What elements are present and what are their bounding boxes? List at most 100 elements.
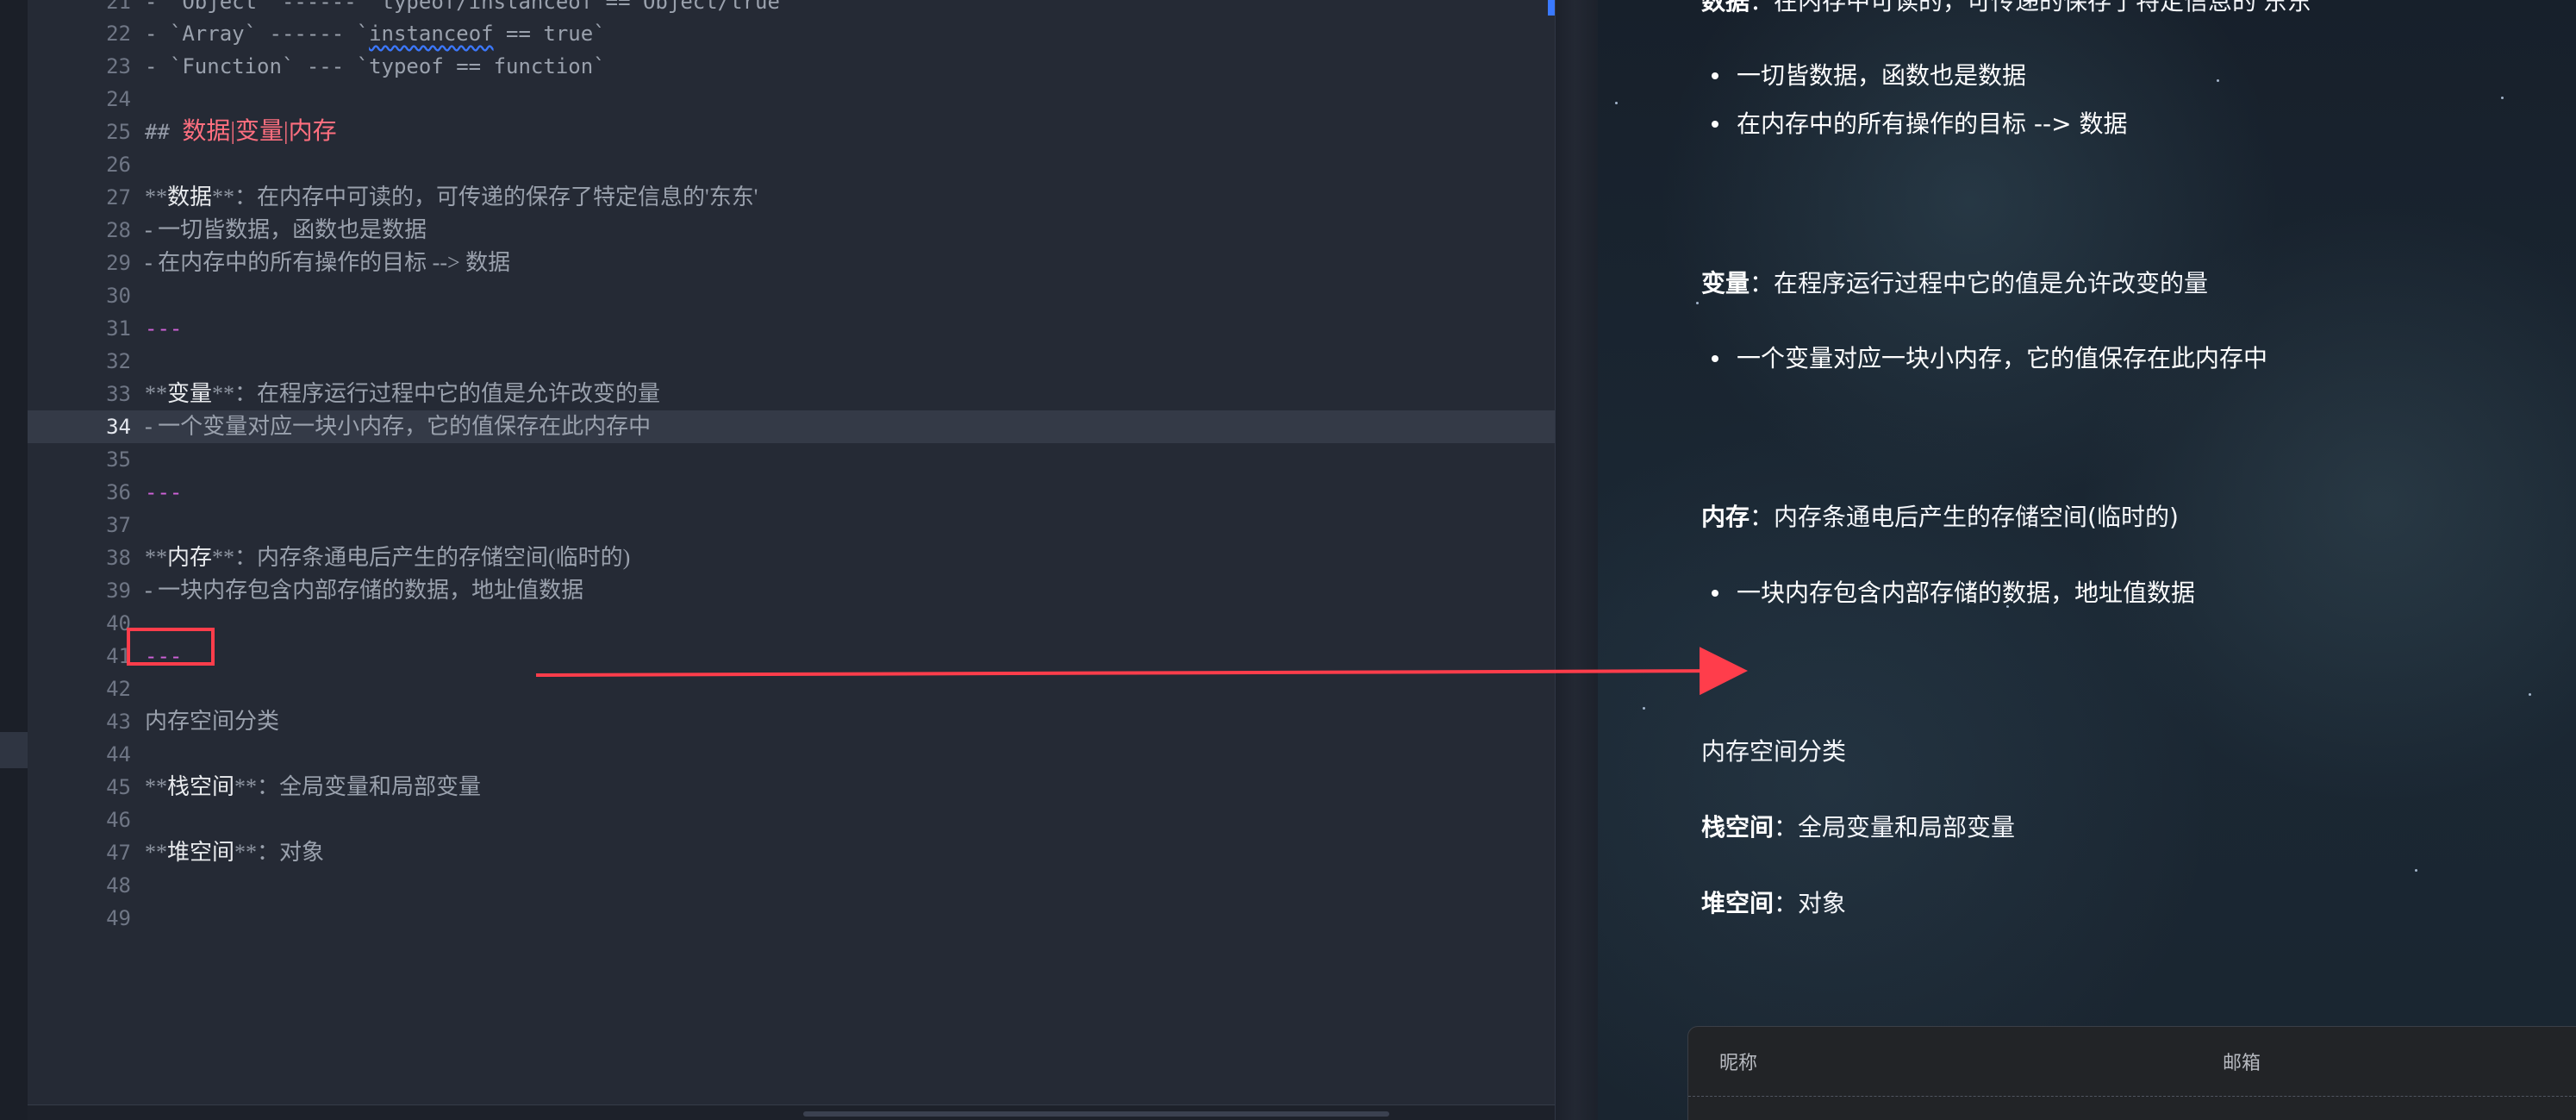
code-line-23[interactable]: 23 - `Function` --- `typeof == function` [28,50,1555,83]
code-line-40[interactable]: 40 [28,607,1555,640]
code-line-48[interactable]: 48 [28,869,1555,902]
code-line-49[interactable]: 49 [28,902,1555,935]
preview-strong-text: 变量 [1701,269,1750,297]
code-text[interactable]: - `Array` ------ `instanceof == true` [145,17,606,50]
code-line-21[interactable]: 21 - `Object` ------ `typeof/instanceof … [28,0,1555,18]
code-text[interactable]: - 在内存中的所有操作的目标 --> 数据 [145,247,510,279]
code-line-24[interactable]: 24 [28,83,1555,116]
line-text: ：全局变量和局部变量 [257,774,482,799]
horizontal-rule-markdown[interactable]: --- [145,312,182,345]
code-text[interactable]: - `Object` ------ `typeof/instanceof == … [145,0,780,18]
preview-strong-text: 内存 [1701,503,1750,531]
line-number: 26 [106,153,131,177]
preview-list-item: 一切皆数据，函数也是数据 [1701,52,2127,100]
strong-text: 内存 [167,545,213,570]
preview-variable-list: 一个变量对应一块小内存，它的值保存在此内存中 [1701,335,2267,383]
markdown-editor[interactable]: 21 - `Object` ------ `typeof/instanceof … [28,0,1555,1120]
line-number: 21 [106,0,131,14]
line-number: 41 [106,644,131,668]
line-number: 43 [106,710,131,734]
horizontal-rule-markdown[interactable]: --- [145,476,182,509]
code-line-28[interactable]: 28 - 一切皆数据，函数也是数据 [28,214,1555,247]
line-text: ：在内存中可读的，可传递的保存了特定信息的'东东' [234,185,758,210]
line-text: ：内存条通电后产生的存储空间(临时的) [234,545,631,570]
pane-splitter[interactable] [1555,0,1600,1120]
table-header-nickname: 昵称 [1719,1053,1758,1074]
markdown-strong-line[interactable]: **变量**：在程序运行过程中它的值是允许改变的量 [145,378,660,410]
line-number: 29 [106,251,131,275]
line-number: 22 [106,22,131,46]
markdown-editor-window: 21 - `Object` ------ `typeof/instanceof … [0,0,2576,1120]
strong-marker: ** [212,381,235,406]
preview-variable-paragraph: 变量：在程序运行过程中它的值是允许改变的量 [1701,265,2208,299]
line-number: 27 [106,185,131,210]
preview-data-list: 一切皆数据，函数也是数据 在内存中的所有操作的目标 --> 数据 [1701,52,2127,148]
code-text[interactable]: - `Function` --- `typeof == function` [145,50,606,83]
markdown-preview-pane[interactable]: 数据：在内存中可读的，可传递的保存了特定信息的'东东' 一切皆数据，函数也是数据… [1598,0,2576,1120]
preview-list-item: 在内存中的所有操作的目标 --> 数据 [1701,100,2127,148]
markdown-heading-line[interactable]: ## 数据|变量|内存 [145,116,337,148]
code-line-31[interactable]: 31 --- [28,312,1555,345]
code-line-47[interactable]: 47 **堆空间**：对象 [28,836,1555,869]
strong-marker: ** [212,185,235,210]
markdown-strong-line[interactable]: **数据**：在内存中可读的，可传递的保存了特定信息的'东东' [145,181,758,214]
line-number: 35 [106,447,131,472]
side-rail-active-indicator [0,732,28,768]
table-header-email: 邮箱 [2223,1053,2261,1074]
code-line-32[interactable]: 32 [28,345,1555,378]
red-highlight-box [127,628,215,666]
star-decoration [1643,707,1645,710]
code-line-35[interactable]: 35 [28,443,1555,476]
preview-heap-paragraph: 堆空间：对象 [1701,885,1846,919]
code-line-33[interactable]: 33 **变量**：在程序运行过程中它的值是允许改变的量 [28,378,1555,410]
code-line-41[interactable]: 41 --- [28,640,1555,673]
line-text: ：对象 [257,840,325,865]
markdown-strong-line[interactable]: **栈空间**：全局变量和局部变量 [145,771,481,804]
code-text[interactable]: - 一个变量对应一块小内存，它的值保存在此内存中 [145,410,651,443]
strong-marker: ** [145,840,167,865]
code-line-44[interactable]: 44 [28,738,1555,771]
code-line-30[interactable]: 30 [28,279,1555,312]
code-line-46[interactable]: 46 [28,804,1555,836]
code-line-26[interactable]: 26 [28,148,1555,181]
code-text[interactable]: 内存空间分类 [145,705,279,738]
line-number: 47 [106,841,131,865]
code-line-29[interactable]: 29 - 在内存中的所有操作的目标 --> 数据 [28,247,1555,279]
horizontal-scrollbar-thumb[interactable] [803,1111,1389,1117]
preview-paragraph-text: ：内存条通电后产生的存储空间(临时的) [1750,503,2179,531]
editor-horizontal-scrollbar[interactable] [28,1104,1555,1120]
code-text[interactable]: - 一切皆数据，函数也是数据 [145,214,427,247]
code-line-42[interactable]: 42 [28,673,1555,705]
line-text: ：在程序运行过程中它的值是允许改变的量 [234,381,661,406]
code-line-43[interactable]: 43 内存空间分类 [28,705,1555,738]
preview-list-item: 一块内存包含内部存储的数据，地址值数据 [1701,569,2195,617]
preview-stack-paragraph: 栈空间：全局变量和局部变量 [1701,809,2015,843]
code-line-45[interactable]: 45 **栈空间**：全局变量和局部变量 [28,771,1555,804]
code-line-36[interactable]: 36 --- [28,476,1555,509]
table-dashed-divider [1688,1096,2576,1097]
strong-text: 堆空间 [167,840,235,865]
line-number: 24 [106,87,131,111]
code-line-34-current[interactable]: 34 - 一个变量对应一块小内存，它的值保存在此内存中 [28,410,1555,443]
code-line-38[interactable]: 38 **内存**：内存条通电后产生的存储空间(临时的) [28,541,1555,574]
code-line-39[interactable]: 39 - 一块内存包含内部存储的数据，地址值数据 [28,574,1555,607]
code-line-25[interactable]: 25 ## 数据|变量|内存 [28,116,1555,148]
editor-side-rail[interactable] [0,0,28,1120]
line-number: 38 [106,546,131,570]
star-decoration [1696,302,1699,304]
preview-paragraph-text: ：在内存中可读的，可传递的保存了特定信息的'东东' [1750,0,2318,16]
spellcheck-squiggle-text: instanceof [369,22,494,46]
preview-data-paragraph: 数据：在内存中可读的，可传递的保存了特定信息的'东东' [1701,0,2317,17]
code-line-27[interactable]: 27 **数据**：在内存中可读的，可传递的保存了特定信息的'东东' [28,181,1555,214]
markdown-strong-line[interactable]: **堆空间**：对象 [145,836,324,869]
code-line-22[interactable]: 22 - `Array` ------ `instanceof == true` [28,17,1555,50]
line-number: 42 [106,677,131,701]
strong-marker: ** [234,774,258,799]
code-line-37[interactable]: 37 [28,509,1555,541]
line-number: 37 [106,513,131,537]
code-text-prefix: - `Array` ------ ` [145,22,370,46]
preview-paragraph-text: ：在程序运行过程中它的值是允许改变的量 [1750,269,2209,297]
code-text[interactable]: - 一块内存包含内部存储的数据，地址值数据 [145,574,583,607]
markdown-strong-line[interactable]: **内存**：内存条通电后产生的存储空间(临时的) [145,541,630,574]
star-decoration [2529,693,2531,696]
